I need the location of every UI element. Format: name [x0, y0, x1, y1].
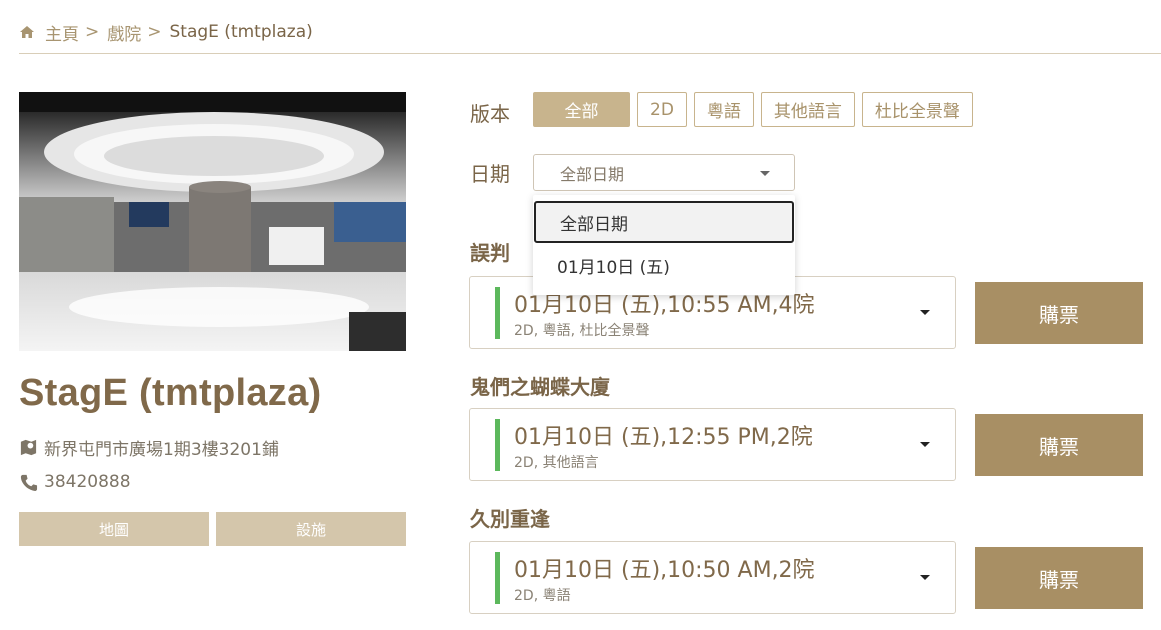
movie-title: 久別重逢	[470, 507, 550, 531]
session-status-bar	[495, 419, 500, 471]
breadcrumb-current: StagE (tmtplaza)	[169, 22, 313, 42]
home-icon[interactable]	[19, 24, 35, 40]
session-status-bar	[495, 287, 500, 339]
version-chip-other-language[interactable]: 其他語言	[760, 92, 855, 127]
session-details: 2D, 其他語言	[514, 455, 599, 471]
header-divider	[19, 53, 1161, 54]
session-time: 01月10日 (五),10:50 AM,2院	[514, 558, 815, 583]
breadcrumb: 主頁 > 戲院 > StagE (tmtplaza)	[19, 20, 313, 45]
movie-title: 誤判	[470, 241, 510, 265]
version-chip-2d[interactable]: 2D	[637, 92, 687, 127]
address-text: 新界屯門市廣場1期3樓3201鋪	[44, 440, 279, 460]
caret-down-icon	[920, 442, 930, 447]
caret-down-icon	[920, 310, 930, 315]
session-details: 2D, 粵語, 杜比全景聲	[514, 323, 650, 339]
cinema-name: StagE (tmtplaza)	[19, 372, 322, 414]
movie-title: 鬼們之蝴蝶大廈	[470, 375, 610, 399]
version-chip-all[interactable]: 全部	[533, 92, 630, 127]
session-time: 01月10日 (五),12:55 PM,2院	[514, 425, 813, 450]
breadcrumb-separator: >	[85, 22, 100, 42]
breadcrumb-home-link[interactable]: 主頁	[45, 20, 79, 45]
version-chip-dolby-atmos[interactable]: 杜比全景聲	[861, 92, 973, 127]
date-select-value: 全部日期	[560, 164, 625, 184]
caret-down-icon	[760, 171, 770, 176]
date-select[interactable]: 全部日期	[533, 154, 795, 191]
buy-ticket-button[interactable]: 購票	[975, 547, 1143, 609]
session-select[interactable]: 01月10日 (五),10:50 AM,2院 2D, 粵語	[469, 541, 956, 614]
session-select[interactable]: 01月10日 (五),12:55 PM,2院 2D, 其他語言	[469, 408, 956, 481]
date-option-0110[interactable]: 01月10日 (五)	[533, 244, 795, 286]
facilities-button[interactable]: 設施	[216, 512, 406, 546]
caret-down-icon	[920, 575, 930, 580]
phone-icon	[20, 474, 38, 491]
map-pin-icon	[20, 439, 37, 456]
version-filter-group: 全部 2D 粵語 其他語言 杜比全景聲	[533, 92, 973, 127]
version-chip-cantonese[interactable]: 粵語	[693, 92, 754, 127]
date-label: 日期	[470, 162, 510, 186]
session-details: 2D, 粵語	[514, 588, 571, 604]
buy-ticket-button[interactable]: 購票	[975, 282, 1143, 344]
cinema-address: 新界屯門市廣場1期3樓3201鋪	[19, 435, 279, 460]
session-status-bar	[495, 552, 500, 604]
phone-text[interactable]: 38420888	[44, 472, 131, 492]
date-dropdown-menu: 全部日期 01月10日 (五)	[533, 195, 795, 295]
version-label: 版本	[470, 102, 510, 126]
breadcrumb-separator: >	[147, 22, 162, 42]
date-option-all[interactable]: 全部日期	[534, 201, 794, 243]
cinema-photo	[19, 92, 406, 351]
cinema-phone: 38420888	[19, 472, 131, 492]
breadcrumb-theatres-link[interactable]: 戲院	[107, 20, 141, 45]
buy-ticket-button[interactable]: 購票	[975, 414, 1143, 476]
map-button[interactable]: 地圖	[19, 512, 209, 546]
